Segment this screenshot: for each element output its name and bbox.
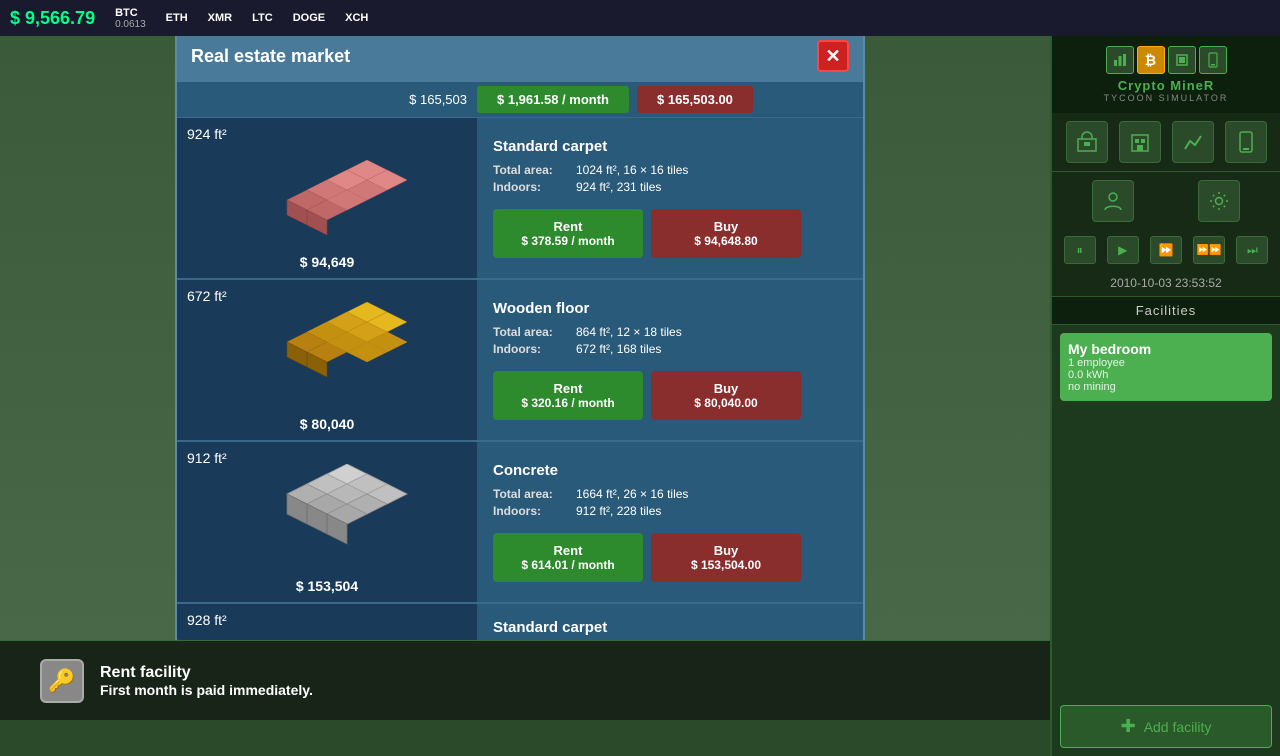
facility-name: My bedroom <box>1068 341 1264 357</box>
buy-button-2[interactable]: Buy $ 153,504.00 <box>651 533 801 582</box>
buy-button-1[interactable]: Buy $ 80,040.00 <box>651 371 801 420</box>
bottom-notice-bar: 🔑 Rent facility First month is paid imme… <box>0 640 1050 720</box>
property-size-3: 928 ft² <box>187 612 227 628</box>
btc-price: $ 9,566.79 <box>10 8 95 29</box>
top-actions: $ 1,961.58 / month $ 165,503.00 <box>477 86 753 113</box>
facility-mining: no mining <box>1068 381 1264 393</box>
playback-bar: ⏸ ▶ ⏩ ⏩⏩ ⏭ <box>1052 230 1280 270</box>
rent-facility-icon: 🔑 <box>40 659 84 703</box>
mobile-icon <box>1199 46 1227 74</box>
info-indoors-0: Indoors: 924 ft², 231 tiles <box>493 180 847 194</box>
pause-button[interactable]: ⏸ <box>1064 236 1096 264</box>
property-row-1: 672 ft² <box>177 280 863 442</box>
property-price-2: $ 153,504 <box>296 578 358 594</box>
fastest-button[interactable]: ⏭ <box>1236 236 1268 264</box>
facility-employees: 1 employee <box>1068 357 1264 369</box>
crypto-xch: XCH <box>345 12 368 24</box>
property-size-2: 912 ft² <box>187 450 227 466</box>
top-buy-button[interactable]: $ 165,503.00 <box>637 86 753 113</box>
property-type-0: Standard carpet <box>493 138 847 155</box>
rent-button-2[interactable]: Rent $ 614.01 / month <box>493 533 643 582</box>
bitcoin-icon: ₿ <box>1137 46 1165 74</box>
facilities-header: Facilities <box>1052 296 1280 325</box>
property-info-3: Standard carpet <box>477 604 863 642</box>
info-indoors-1: Indoors: 672 ft², 168 tiles <box>493 342 847 356</box>
top-bar: $ 9,566.79 BTC 0.0613 ETH XMR LTC DOGE X… <box>0 0 1280 36</box>
play-button[interactable]: ▶ <box>1107 236 1139 264</box>
crypto-btc: BTC 0.0613 <box>115 7 146 30</box>
property-iso-2 <box>227 464 427 574</box>
action-buttons-0: Rent $ 378.59 / month Buy $ 94,648.80 <box>493 209 847 258</box>
property-preview-3: 928 ft² <box>177 604 477 642</box>
property-preview-2: 912 ft² <box>177 442 477 602</box>
property-size-1: 672 ft² <box>187 288 227 304</box>
property-price-1: $ 80,040 <box>300 416 355 432</box>
chart-button[interactable] <box>1172 121 1214 163</box>
property-price-0: $ 94,649 <box>300 254 355 270</box>
property-preview-0: 924 ft² <box>177 118 477 278</box>
settings-button[interactable] <box>1198 180 1240 222</box>
info-totalarea-0: Total area: 1024 ft², 16 × 16 tiles <box>493 163 847 177</box>
app-logo: ₿ Crypto MineR TYCOON SIMULATOR <box>1052 36 1280 113</box>
property-type-3: Standard carpet <box>493 619 847 636</box>
property-size-0: 924 ft² <box>187 126 227 142</box>
faster-forward-button[interactable]: ⏩⏩ <box>1193 236 1225 264</box>
bar-chart-icon <box>1106 46 1134 74</box>
property-row-3: 928 ft² Standard carpet <box>177 604 863 642</box>
rent-facility-title: Rent facility <box>100 664 313 682</box>
main-nav-row2 <box>1052 172 1280 230</box>
crypto-xmr: XMR <box>208 12 232 24</box>
phone-button[interactable] <box>1225 121 1267 163</box>
property-type-1: Wooden floor <box>493 300 847 317</box>
property-info-2: Concrete Total area: 1664 ft², 26 × 16 t… <box>477 442 863 602</box>
property-type-2: Concrete <box>493 462 847 479</box>
app-subtitle: TYCOON SIMULATOR <box>1062 93 1270 103</box>
info-totalarea-1: Total area: 864 ft², 12 × 18 tiles <box>493 325 847 339</box>
action-buttons-2: Rent $ 614.01 / month Buy $ 153,504.00 <box>493 533 847 582</box>
rent-button-0[interactable]: Rent $ 378.59 / month <box>493 209 643 258</box>
facility-power: 0.0 kWh <box>1068 369 1264 381</box>
crypto-doge: DOGE <box>293 12 325 24</box>
modal-title: Real estate market <box>191 46 350 67</box>
property-iso-0 <box>227 150 427 250</box>
add-facility-label: Add facility <box>1144 719 1212 735</box>
rent-facility-desc: First month is paid immediately. <box>100 682 313 698</box>
modal-body[interactable]: $ 165,503 $ 1,961.58 / month $ 165,503.0… <box>177 82 863 642</box>
info-totalarea-2: Total area: 1664 ft², 26 × 16 tiles <box>493 487 847 501</box>
plus-icon: ✚ <box>1121 716 1136 737</box>
datetime-display: 2010-10-03 23:53:52 <box>1052 270 1280 296</box>
close-button[interactable]: ✕ <box>817 40 849 72</box>
top-cutoff-row: $ 165,503 $ 1,961.58 / month $ 165,503.0… <box>177 82 863 118</box>
property-info-0: Standard carpet Total area: 1024 ft², 16… <box>477 118 863 278</box>
property-info-1: Wooden floor Total area: 864 ft², 12 × 1… <box>477 280 863 440</box>
property-row-2: 912 ft² <box>177 442 863 604</box>
app-name: Crypto MineR <box>1062 78 1270 93</box>
fast-forward-button[interactable]: ⏩ <box>1150 236 1182 264</box>
property-iso-1 <box>227 302 427 412</box>
bottom-text-block: Rent facility First month is paid immedi… <box>100 664 313 698</box>
property-row-0: 924 ft² <box>177 118 863 280</box>
buy-button-0[interactable]: Buy $ 94,648.80 <box>651 209 801 258</box>
property-preview-1: 672 ft² <box>177 280 477 440</box>
action-buttons-1: Rent $ 320.16 / month Buy $ 80,040.00 <box>493 371 847 420</box>
main-nav-row1 <box>1052 113 1280 172</box>
rent-button-1[interactable]: Rent $ 320.16 / month <box>493 371 643 420</box>
facility-card: My bedroom 1 employee 0.0 kWh no mining <box>1060 333 1272 401</box>
right-panel: ₿ Crypto MineR TYCOON SIMULATOR <box>1050 36 1280 756</box>
crypto-ltc: LTC <box>252 12 273 24</box>
top-rent-button[interactable]: $ 1,961.58 / month <box>477 86 629 113</box>
info-indoors-2: Indoors: 912 ft², 228 tiles <box>493 504 847 518</box>
building-button[interactable] <box>1119 121 1161 163</box>
modal-header: Real estate market ✕ <box>177 30 863 82</box>
add-facility-button[interactable]: ✚ Add facility <box>1060 705 1272 748</box>
cpu-icon <box>1168 46 1196 74</box>
top-price: $ 165,503 <box>177 92 477 107</box>
person-button[interactable] <box>1092 180 1134 222</box>
shop-button[interactable] <box>1066 121 1108 163</box>
crypto-eth: ETH <box>166 12 188 24</box>
real-estate-modal: Real estate market ✕ $ 165,503 $ 1,961.5… <box>175 28 865 644</box>
